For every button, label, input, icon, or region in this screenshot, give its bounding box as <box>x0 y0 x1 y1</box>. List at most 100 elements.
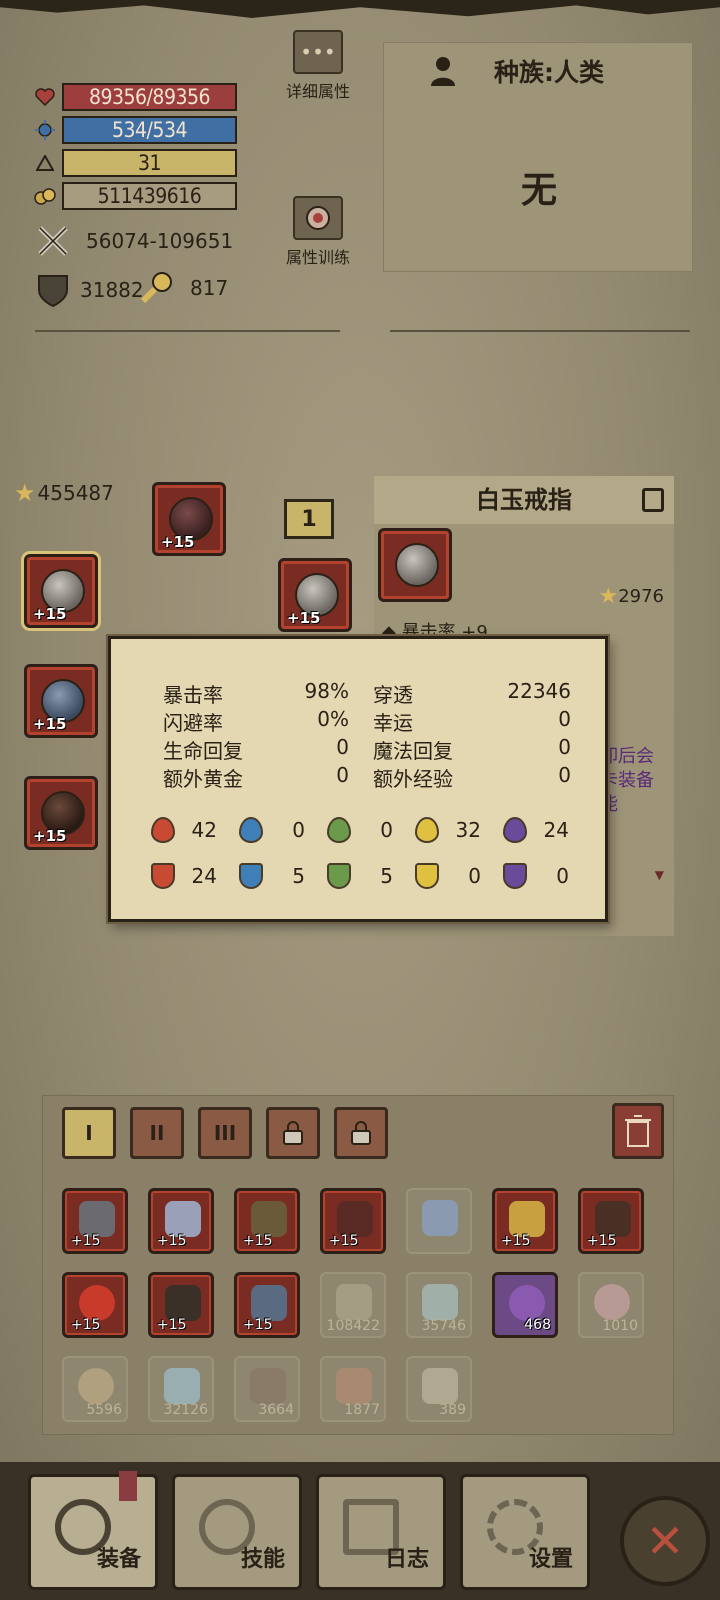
crystal-icon <box>164 1368 200 1404</box>
mp-row: 534/534 <box>34 115 237 145</box>
leather-icon <box>250 1368 286 1404</box>
close-icon: ✕ <box>645 1514 685 1568</box>
race-value: 无 <box>520 170 557 211</box>
item-score-value: 2976 <box>618 586 664 607</box>
nav-settings-button[interactable]: 设置 <box>460 1474 590 1590</box>
orange-potion-icon <box>78 1368 114 1404</box>
crossed-swords-icon <box>36 224 70 258</box>
inventory-item-ore[interactable]: 1877 <box>320 1356 386 1422</box>
attribute-training-label: 属性训练 <box>285 248 350 267</box>
inventory-tab-2[interactable]: II <box>130 1107 184 1159</box>
star-icon: ★ <box>14 479 36 507</box>
chest-armor-icon <box>337 1201 373 1237</box>
equip-slot-ring-selected[interactable]: +15 <box>24 554 98 628</box>
inventory-item-fang[interactable]: 389 <box>406 1356 472 1422</box>
inventory-tab-3[interactable]: III <box>198 1107 252 1159</box>
inventory-item-shoulder[interactable]: +15 <box>492 1188 558 1254</box>
divider-right <box>390 330 690 332</box>
inventory-item-gem[interactable]: 35746 <box>406 1272 472 1338</box>
attribute-grid: 暴击率 98% 穿透 22346 闪避率 0% 幸运 0 生命回复 0 魔法回复… <box>163 679 573 791</box>
key-count: 817 <box>190 276 229 300</box>
bracer-icon <box>251 1285 287 1321</box>
necklace-icon <box>79 1285 115 1321</box>
chain-icon <box>165 1285 201 1321</box>
hp-bar: 89356/89356 <box>62 83 237 111</box>
nature-resist: 5 <box>327 863 415 889</box>
fang-icon <box>422 1368 458 1404</box>
ring-icon <box>395 543 439 587</box>
trash-button[interactable] <box>612 1103 664 1159</box>
inventory-item-chest[interactable]: +15 <box>320 1188 386 1254</box>
level-row: 31 <box>34 148 237 178</box>
inventory-item-orange-potion[interactable]: 5596 <box>62 1356 128 1422</box>
inventory-tab-locked-5[interactable] <box>334 1107 388 1159</box>
inventory-tab-1[interactable]: I <box>62 1107 116 1159</box>
shoulder-icon <box>509 1201 545 1237</box>
slot-number-tag: 1 <box>284 499 334 539</box>
attribute-popup: 暴击率 98% 穿透 22346 闪避率 0% 幸运 0 生命回复 0 魔法回复… <box>108 636 608 922</box>
equip-slot-helmet[interactable]: +15 <box>152 482 226 556</box>
element-resist-row: 24 5 5 0 0 <box>151 863 591 889</box>
red-potion-icon <box>594 1284 630 1320</box>
level-bar: 31 <box>62 149 237 177</box>
defense-value: 31882 <box>80 278 144 302</box>
inventory-item-pickaxe[interactable]: 108422 <box>320 1272 386 1338</box>
unlock-icon[interactable] <box>642 488 664 512</box>
pants-icon <box>422 1200 458 1236</box>
element-attack-row: 42 0 0 32 24 <box>151 817 591 843</box>
sun-icon <box>415 817 439 843</box>
inventory-tab-locked-4[interactable] <box>266 1107 320 1159</box>
inventory-item-bracer[interactable]: +15 <box>234 1272 300 1338</box>
water-resist: 5 <box>239 863 327 889</box>
light-element: 32 <box>415 817 503 843</box>
dropdown-arrow-icon[interactable]: ▼ <box>655 868 664 882</box>
inventory-item-potion[interactable]: 468 <box>492 1272 558 1338</box>
attribute-row: 闪避率 0% 幸运 0 <box>163 707 571 735</box>
race-title: 种族:人类 <box>494 58 604 87</box>
lock-icon <box>283 1121 303 1145</box>
inventory-item-crystal[interactable]: 32126 <box>148 1356 214 1422</box>
equip-slot-amulet[interactable]: +15 <box>278 558 352 632</box>
ore-icon <box>336 1368 372 1404</box>
divider-left <box>35 330 340 332</box>
close-button[interactable]: ✕ <box>620 1496 710 1586</box>
inventory-item-chain[interactable]: +15 <box>148 1272 214 1338</box>
gem-icon <box>422 1284 458 1320</box>
attack-value: 56074-109651 <box>86 229 234 253</box>
attribute-row: 生命回复 0 魔法回复 0 <box>163 735 571 763</box>
detail-attributes-button[interactable]: ••• 详细属性 <box>280 30 356 102</box>
inventory-item-leather[interactable]: 3664 <box>234 1356 300 1422</box>
armor-icon <box>251 1201 287 1237</box>
attribute-training-button[interactable]: 属性训练 <box>280 196 356 268</box>
equip-slot-gloves[interactable]: +15 <box>24 776 98 850</box>
moon-icon <box>503 817 527 843</box>
inventory-item-boots[interactable]: +15 <box>578 1188 644 1254</box>
key-stat: 817 <box>138 270 228 306</box>
item-score: ★ 2976 <box>598 584 664 609</box>
inventory-item-crown[interactable]: +15 <box>148 1188 214 1254</box>
fire-shield-icon <box>151 863 175 889</box>
water-element: 0 <box>239 817 327 843</box>
inventory-item-pants[interactable] <box>406 1188 472 1254</box>
dark-element: 24 <box>503 817 591 843</box>
sun-shield-icon <box>415 863 439 889</box>
inventory-item-necklace[interactable]: +15 <box>62 1272 128 1338</box>
bookmark-icon <box>119 1471 137 1501</box>
nav-log-button[interactable]: 日志 <box>316 1474 446 1590</box>
nav-skill-button[interactable]: 技能 <box>172 1474 302 1590</box>
leaf-shield-icon <box>327 863 351 889</box>
item-preview-slot <box>378 528 452 602</box>
inventory-item-red-potion[interactable]: 1010 <box>578 1272 644 1338</box>
inventory-item-armor[interactable]: +15 <box>234 1188 300 1254</box>
nav-equip-button[interactable]: 装备 <box>28 1471 158 1590</box>
defense-stat: 31882 <box>36 272 144 308</box>
boots-icon <box>595 1201 631 1237</box>
water-icon <box>239 817 263 843</box>
equip-slot-weapon[interactable]: +15 <box>24 664 98 738</box>
heart-icon <box>34 86 56 108</box>
item-note-3: 能 <box>600 794 618 815</box>
inventory-item-weapon[interactable]: +15 <box>62 1188 128 1254</box>
hp-row: 89356/89356 <box>34 82 237 112</box>
leaf-icon <box>327 817 351 843</box>
item-name: 白玉戒指 <box>374 476 674 524</box>
